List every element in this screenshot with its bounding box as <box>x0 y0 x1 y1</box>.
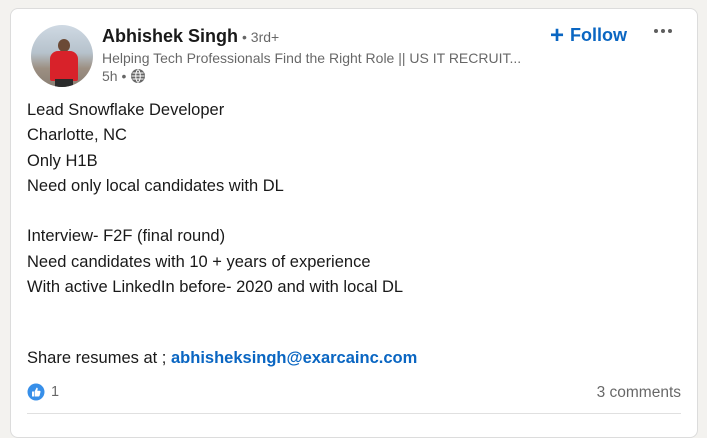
avatar-legs <box>55 79 73 87</box>
body-line: Lead Snowflake Developer <box>27 101 225 119</box>
email-link[interactable]: abhisheksingh@exarcainc.com <box>171 349 417 367</box>
follow-label: Follow <box>570 25 628 45</box>
author-name[interactable]: Abhishek Singh <box>102 26 238 47</box>
reactions-count: 1 <box>51 384 60 400</box>
post-card: Abhishek Singh • 3rd+ Helping Tech Profe… <box>10 8 698 438</box>
share-line: Share resumes at ; abhisheksingh@exarcai… <box>27 349 417 368</box>
body-line: Only H1B <box>27 151 98 170</box>
plus-icon: + <box>550 21 565 49</box>
ellipsis-icon[interactable] <box>651 21 675 41</box>
share-prefix: Share resumes at ; <box>27 349 171 367</box>
author-headline: Helping Tech Professionals Find the Righ… <box>102 50 522 66</box>
author-row: Abhishek Singh • 3rd+ <box>102 26 279 47</box>
post-body: Lead Snowflake Developer Charlotte, NC O… <box>27 98 677 300</box>
post-time: 5h • <box>102 68 127 84</box>
divider <box>27 413 681 414</box>
globe-icon <box>131 69 146 83</box>
reactions[interactable]: 1 <box>27 383 59 401</box>
body-line: Need candidates with 10 + years of exper… <box>27 252 371 271</box>
follow-button[interactable]: + Follow <box>546 23 631 48</box>
body-line: With active LinkedIn before- 2020 and wi… <box>27 278 404 297</box>
body-line: Need only local candidates with DL <box>27 176 284 195</box>
body-line: Charlotte, NC <box>27 126 127 145</box>
avatar[interactable] <box>31 25 93 87</box>
connection-degree: • 3rd+ <box>242 29 280 45</box>
body-line <box>27 199 677 224</box>
like-icon <box>27 383 45 401</box>
social-counts: 1 3 comments <box>27 383 681 405</box>
body-line: Interview- F2F (final round) <box>27 227 226 246</box>
post-meta: 5h • <box>102 68 146 84</box>
comments-count[interactable]: 3 comments <box>597 384 681 402</box>
avatar-shirt <box>50 51 78 81</box>
